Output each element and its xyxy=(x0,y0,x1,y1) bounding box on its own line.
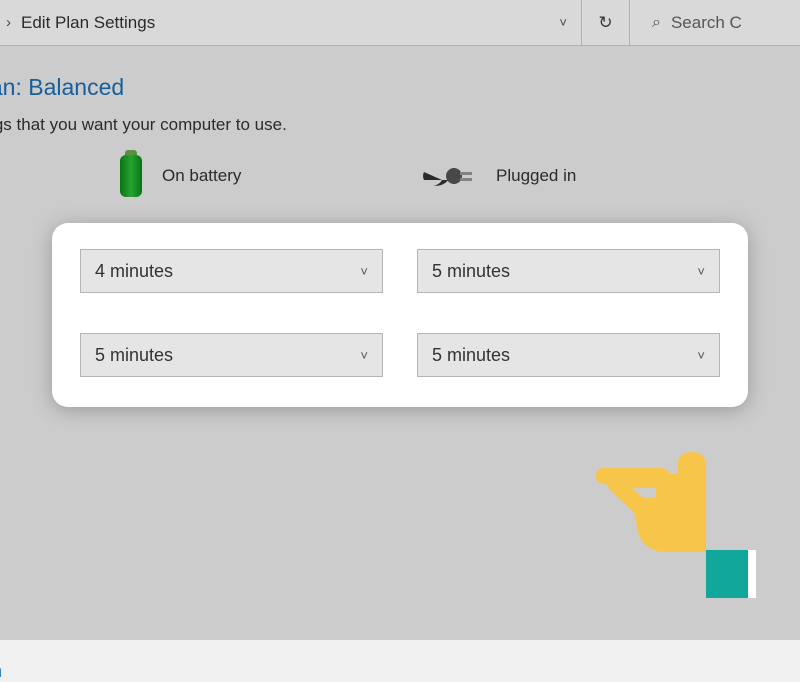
dropdown-value: 5 minutes xyxy=(432,261,510,282)
chevron-down-icon: ˅ xyxy=(360,348,368,363)
refresh-button[interactable]: ↻ xyxy=(582,0,630,45)
dropdown-value: 4 minutes xyxy=(95,261,173,282)
display-timeout-plugged-dropdown[interactable]: 5 minutes ˅ xyxy=(417,249,720,293)
search-box[interactable]: ⌕ Search C xyxy=(630,0,800,45)
search-placeholder: Search C xyxy=(671,13,742,33)
restore-plan-link[interactable]: his plan xyxy=(0,661,2,682)
battery-icon xyxy=(120,155,142,197)
pointing-hand-icon xyxy=(596,440,766,615)
dropdown-value: 5 minutes xyxy=(432,345,510,366)
sleep-timeout-battery-dropdown[interactable]: 5 minutes ˅ xyxy=(80,333,383,377)
chevron-right-icon: › xyxy=(6,14,11,31)
page-subtitle: y settings that you want your computer t… xyxy=(0,115,800,135)
refresh-icon: ↻ xyxy=(598,13,612,33)
display-timeout-battery-dropdown[interactable]: 4 minutes ˅ xyxy=(80,249,383,293)
search-icon: ⌕ xyxy=(652,14,661,32)
chevron-down-icon: ˅ xyxy=(360,264,368,279)
page-title: he plan: Balanced xyxy=(0,74,800,101)
chevron-down-icon[interactable]: ˅ xyxy=(559,15,567,30)
chevron-down-icon: ˅ xyxy=(697,348,705,363)
settings-panel: 4 minutes ˅ 5 minutes ˅ 5 minutes ˅ 5 mi… xyxy=(52,223,748,407)
dropdown-value: 5 minutes xyxy=(95,345,173,366)
breadcrumb-current: Edit Plan Settings xyxy=(21,13,155,33)
plugged-in-header: Plugged in xyxy=(420,162,680,190)
breadcrumb-area[interactable]: › Edit Plan Settings ˅ xyxy=(0,0,582,45)
plug-icon xyxy=(420,162,476,190)
sleep-timeout-row: 5 minutes ˅ 5 minutes ˅ xyxy=(80,333,720,377)
address-toolbar: › Edit Plan Settings ˅ ↻ ⌕ Search C xyxy=(0,0,800,46)
display-timeout-row: 4 minutes ˅ 5 minutes ˅ xyxy=(80,249,720,293)
power-mode-header: On battery Plugged in xyxy=(120,155,800,197)
sleep-timeout-plugged-dropdown[interactable]: 5 minutes ˅ xyxy=(417,333,720,377)
main-content: he plan: Balanced y settings that you wa… xyxy=(0,46,800,407)
chevron-down-icon: ˅ xyxy=(697,264,705,279)
on-battery-header: On battery xyxy=(120,155,380,197)
plugged-in-label: Plugged in xyxy=(496,166,576,186)
on-battery-label: On battery xyxy=(162,166,241,186)
